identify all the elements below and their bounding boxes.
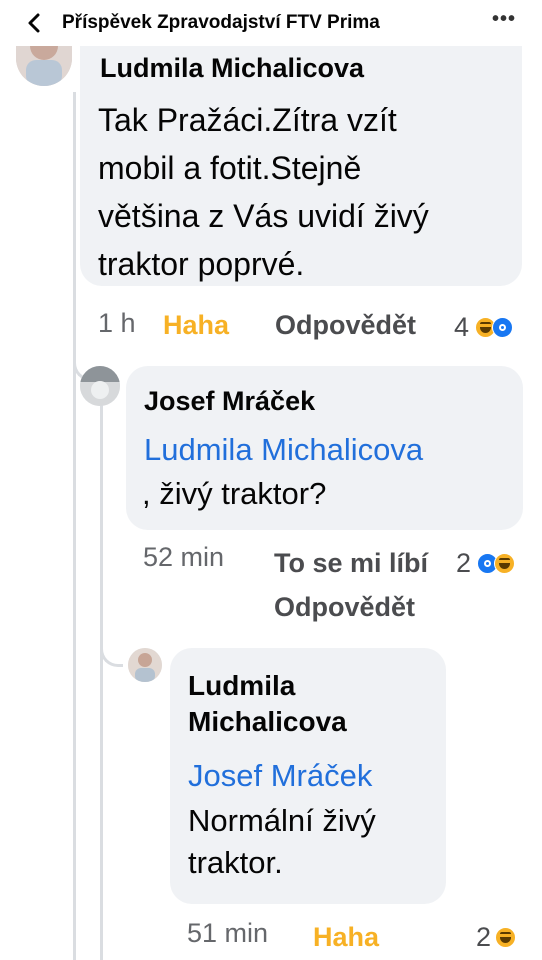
comment-time: 51 min: [187, 918, 269, 948]
reaction-summary[interactable]: 4: [454, 312, 514, 343]
mention-link[interactable]: Ludmila Michalicova: [144, 430, 423, 470]
comment-text: Normální živý traktor.: [188, 800, 376, 884]
profile-photo: [80, 366, 120, 406]
reaction-count: 2: [456, 548, 472, 578]
thread-line: [100, 400, 103, 960]
comment-bubble[interactable]: Ludmila Michalicova Josef Mráček Normáln…: [170, 648, 446, 904]
reply-button[interactable]: Odpovědět: [275, 310, 416, 341]
more-options-icon[interactable]: •••: [492, 8, 516, 31]
profile-photo: [16, 40, 72, 86]
comment-text: Tak Pražáci.Zítra vzít mobil a fotit.Ste…: [98, 96, 429, 288]
haha-icon: [495, 927, 517, 948]
comment-author[interactable]: Josef Mráček: [144, 386, 315, 416]
reaction-haha-button[interactable]: Haha: [313, 922, 379, 953]
like-icon: [492, 317, 514, 338]
comment-line: Tak Pražáci.Zítra vzít: [98, 102, 397, 138]
author-line: Michalicova: [188, 706, 347, 737]
comment-line: traktor poprvé.: [98, 246, 305, 282]
haha-icon: [494, 553, 516, 574]
reaction-summary[interactable]: 2: [456, 548, 516, 579]
comment-author[interactable]: Ludmila Michalicova: [188, 668, 347, 740]
thread-connector: [100, 636, 123, 667]
comment-bubble[interactable]: Josef Mráček Ludmila Michalicova , živý …: [126, 366, 523, 530]
comment-text: , živý traktor?: [142, 476, 327, 511]
thread-line: [73, 92, 76, 960]
reaction-count: 4: [454, 312, 470, 342]
avatar[interactable]: [80, 366, 120, 406]
comment-time: 1 h: [98, 308, 136, 338]
author-line: Ludmila: [188, 670, 296, 701]
avatar[interactable]: [16, 40, 72, 86]
avatar[interactable]: [128, 648, 162, 682]
comment-line: většina z Vás uvidí živý: [98, 198, 429, 234]
reaction-count: 2: [476, 922, 492, 952]
reply-button[interactable]: Odpovědět: [274, 592, 415, 623]
back-arrow-icon[interactable]: [22, 10, 48, 36]
like-button[interactable]: To se mi líbí: [274, 548, 474, 579]
reaction-haha-button[interactable]: Haha: [163, 310, 229, 341]
page-title: Příspěvek Zpravodajství FTV Prima: [62, 12, 380, 33]
comment-line: Normální živý: [188, 803, 376, 838]
comment-line: mobil a fotit.Stejně: [98, 150, 362, 186]
comment-bubble[interactable]: Ludmila Michalicova Tak Pražáci.Zítra vz…: [80, 34, 522, 286]
top-bar: Příspěvek Zpravodajství FTV Prima •••: [0, 0, 542, 46]
mention-link[interactable]: Josef Mráček: [188, 756, 372, 796]
reaction-summary[interactable]: 2: [476, 922, 517, 953]
comment-line: traktor.: [188, 845, 283, 880]
comment-author[interactable]: Ludmila Michalicova: [100, 54, 364, 82]
profile-photo: [128, 648, 162, 682]
comment-time: 52 min: [143, 542, 225, 572]
